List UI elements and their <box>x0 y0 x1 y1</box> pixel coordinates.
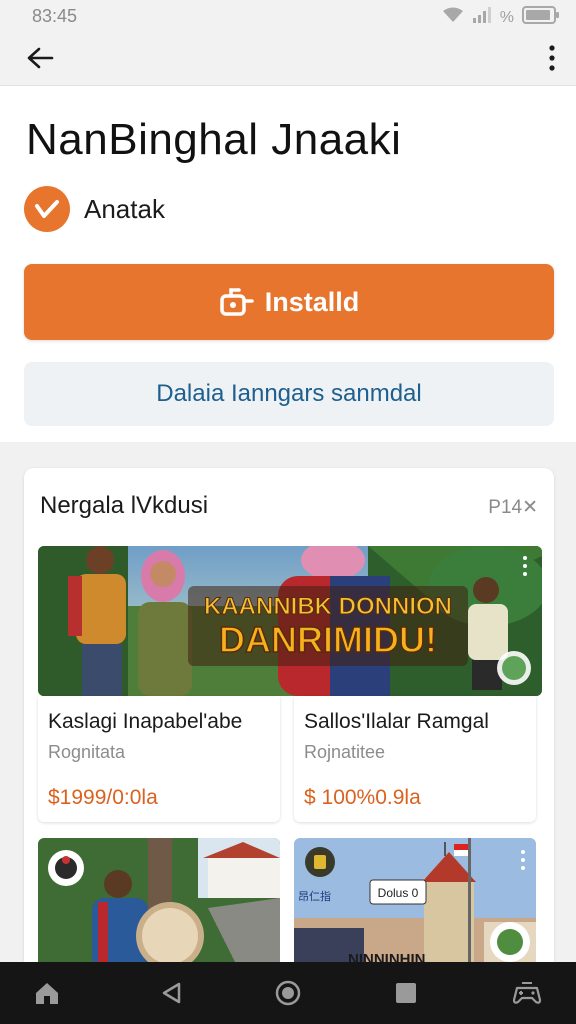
wifi-icon <box>442 7 464 28</box>
game-controller-icon <box>512 982 542 1004</box>
item-price: $ 100%0.9la <box>304 786 421 809</box>
status-time: 83:45 <box>32 6 78 26</box>
battery-percent: % <box>499 8 514 26</box>
item-title: Sallos'Ilalar Ramgal <box>304 710 489 733</box>
secondary-action-label: Dalaia Ianngars sanmdal <box>156 380 422 407</box>
developer-name: Anatak <box>84 193 165 224</box>
system-nav-bar <box>0 962 576 1024</box>
developer-row[interactable]: Anatak <box>24 186 165 232</box>
item-subtitle: Rojnatitee <box>304 742 386 762</box>
tile-town-label-left: 昂仁指 <box>298 889 331 903</box>
more-options-button[interactable] <box>546 40 558 76</box>
tile-town-label-bottom: NINNINHIN <box>348 951 426 962</box>
recommendation-card: Nergala lVkdusi P14✕ KAANNIBK DONNION DA… <box>24 468 554 962</box>
nav-recents[interactable] <box>389 976 423 1010</box>
back-button[interactable] <box>22 40 58 76</box>
section-title: Nergala lVkdusi <box>40 492 209 519</box>
arrow-left-icon <box>27 47 54 69</box>
nav-game[interactable] <box>510 976 544 1010</box>
promo-banner[interactable]: KAANNIBK DONNION DANRIMIDU! <box>38 546 542 696</box>
more-vert-icon <box>549 45 555 71</box>
banner-line-1: KAANNIBK DONNION <box>204 593 452 620</box>
list-item[interactable]: Kaslagi Inapabel'abe Rognitata $1999/0:0… <box>38 696 280 822</box>
section-badge[interactable]: P14✕ <box>488 496 538 519</box>
tile-village[interactable] <box>38 838 280 962</box>
battery-icon <box>522 6 560 29</box>
square-recents-icon <box>396 983 416 1003</box>
nav-home[interactable] <box>30 976 64 1010</box>
download-icon <box>219 288 254 316</box>
install-label: Installd <box>264 286 360 317</box>
tile-village-image <box>38 838 280 962</box>
check-logo-icon <box>24 186 70 232</box>
app-title: NanBinghal Jnaaki <box>26 115 402 164</box>
status-icons: % <box>442 6 560 29</box>
banner-line-2: DANRIMIDU! <box>219 619 437 660</box>
item-title: Kaslagi Inapabel'abe <box>48 710 243 733</box>
status-bar: 83:45 % <box>0 0 576 30</box>
item-subtitle: Rognitata <box>48 742 126 762</box>
list-item[interactable]: Sallos'Ilalar Ramgal Rojnatitee $ 100%0.… <box>294 696 536 822</box>
tile-town-image: Dolus 0 昂仁指 NINNINHIN <box>294 838 536 962</box>
secondary-action-button[interactable]: Dalaia Ianngars sanmdal <box>24 362 554 426</box>
circle-home-icon <box>275 980 301 1006</box>
signal-icon <box>472 7 492 28</box>
nav-home-circle[interactable] <box>271 976 305 1010</box>
back-triangle-icon <box>162 982 181 1004</box>
banner-image: KAANNIBK DONNION DANRIMIDU! <box>38 546 542 696</box>
home-icon <box>36 983 58 1004</box>
app-bar <box>0 30 576 86</box>
tile-town[interactable]: Dolus 0 昂仁指 NINNINHIN <box>294 838 536 962</box>
tile-town-label-small: Dolus 0 <box>378 886 419 900</box>
install-button[interactable]: Installd <box>24 264 554 340</box>
nav-back[interactable] <box>154 976 188 1010</box>
item-price: $1999/0:0la <box>48 786 158 809</box>
